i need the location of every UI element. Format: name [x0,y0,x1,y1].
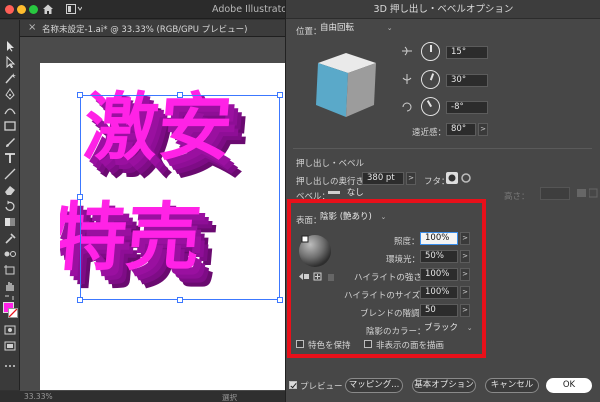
selection-handle-tr[interactable] [277,92,283,98]
type-tool-icon[interactable] [3,152,17,164]
position-select[interactable]: 自由回転 ⌄ [320,22,393,35]
gradient-tool-icon[interactable] [3,216,17,228]
preview-checkbox[interactable] [289,381,297,389]
document-tab[interactable]: × 名称未設定-1.ai* @ 33.33% (RGB/GPU プレビュー) [20,20,290,37]
edit-toolbar-icon[interactable] [3,360,17,372]
perspective-stepper[interactable]: > [478,123,488,136]
bevel-extent-in-icon [589,188,598,198]
extrude-depth-stepper[interactable]: > [406,172,416,185]
y-rotation-field[interactable]: 30° [446,74,488,87]
highlight-frame [287,199,486,358]
position-select-value: 自由回転 [320,23,355,33]
perspective-label: 遠近感： [412,128,447,138]
selection-bounding-box[interactable] [80,95,280,300]
ok-button[interactable]: OK [546,378,592,393]
z-axis-rotation-icon [402,102,412,112]
no-stroke-icon [8,308,18,318]
bevel-extent-out-icon [577,189,586,197]
artboard-tool-icon[interactable] [3,264,17,276]
x-rotation-dial[interactable] [421,42,440,61]
close-window-button[interactable] [5,5,14,14]
z-rotation-field[interactable]: -8° [446,101,488,114]
pen-tool-icon[interactable] [3,88,17,100]
document-tab-label: 名称未設定-1.ai* @ 33.33% (RGB/GPU プレビュー) [42,25,248,35]
workspace-switcher-icon[interactable] [66,4,82,14]
eraser-tool-icon[interactable] [3,184,17,196]
rotate-tool-icon[interactable] [3,200,17,212]
x-axis-rotation-icon [402,46,412,56]
zoom-window-button[interactable] [29,5,38,14]
y-axis-rotation-icon [402,74,412,84]
blend-tool-icon[interactable] [3,248,17,260]
bevel-select-value: なし [346,188,364,198]
bevel-height-field [540,187,570,200]
draw-mode-icon[interactable] [3,324,17,336]
status-bar: 33.33% 選択 [0,391,285,402]
cap-off-icon[interactable] [460,172,472,184]
position-label: 位置： [296,27,322,37]
rotation-cube[interactable] [308,45,388,125]
dialog-title: 3D 押し出し・ベベルオプション [286,0,600,19]
eyedropper-tool-icon[interactable] [3,232,17,244]
direct-selection-tool-icon[interactable] [3,56,17,68]
basic-options-button[interactable]: 基本オプション [412,378,476,393]
hand-tool-icon[interactable] [3,280,17,292]
curvature-tool-icon[interactable] [3,104,17,116]
selection-tool-icon[interactable] [3,40,17,52]
magic-wand-tool-icon[interactable] [3,72,17,84]
chevron-down-icon: ⌄ [386,24,393,32]
paintbrush-tool-icon[interactable] [3,136,17,148]
stroke-color-swatch[interactable] [8,308,18,318]
x-rotation-field[interactable]: 15° [446,46,488,59]
home-icon[interactable] [42,3,54,15]
tools-panel [0,20,20,390]
extrude-bevel-section-title: 押し出し・ベベル [296,159,365,169]
rectangle-tool-icon[interactable] [3,120,17,132]
screen-mode-icon[interactable] [3,340,17,352]
line-tool-icon[interactable] [3,168,17,180]
selection-handle-tl[interactable] [77,92,83,98]
mapping-button[interactable]: マッピング... [345,378,403,393]
close-tab-icon[interactable]: × [28,22,36,33]
section-divider [293,148,592,149]
extrude-depth-field[interactable]: 380 pt [362,172,404,185]
minimize-window-button[interactable] [17,5,26,14]
selection-handle-br[interactable] [277,297,283,303]
preview-label: プレビュー [300,382,343,392]
bevel-preview-icon [328,191,340,194]
selection-handle-ml[interactable] [77,194,83,200]
perspective-field[interactable]: 80° [446,123,476,136]
bevel-height-label: 高さ： [504,192,530,202]
zoom-level[interactable]: 33.33% [24,392,53,401]
selection-handle-bl[interactable] [77,297,83,303]
cancel-button[interactable]: キャンセル [485,378,539,393]
status-text: 選択 [222,393,237,402]
selection-handle-tm[interactable] [177,92,183,98]
cap-on-icon[interactable] [446,172,458,184]
selection-handle-bm[interactable] [177,297,183,303]
